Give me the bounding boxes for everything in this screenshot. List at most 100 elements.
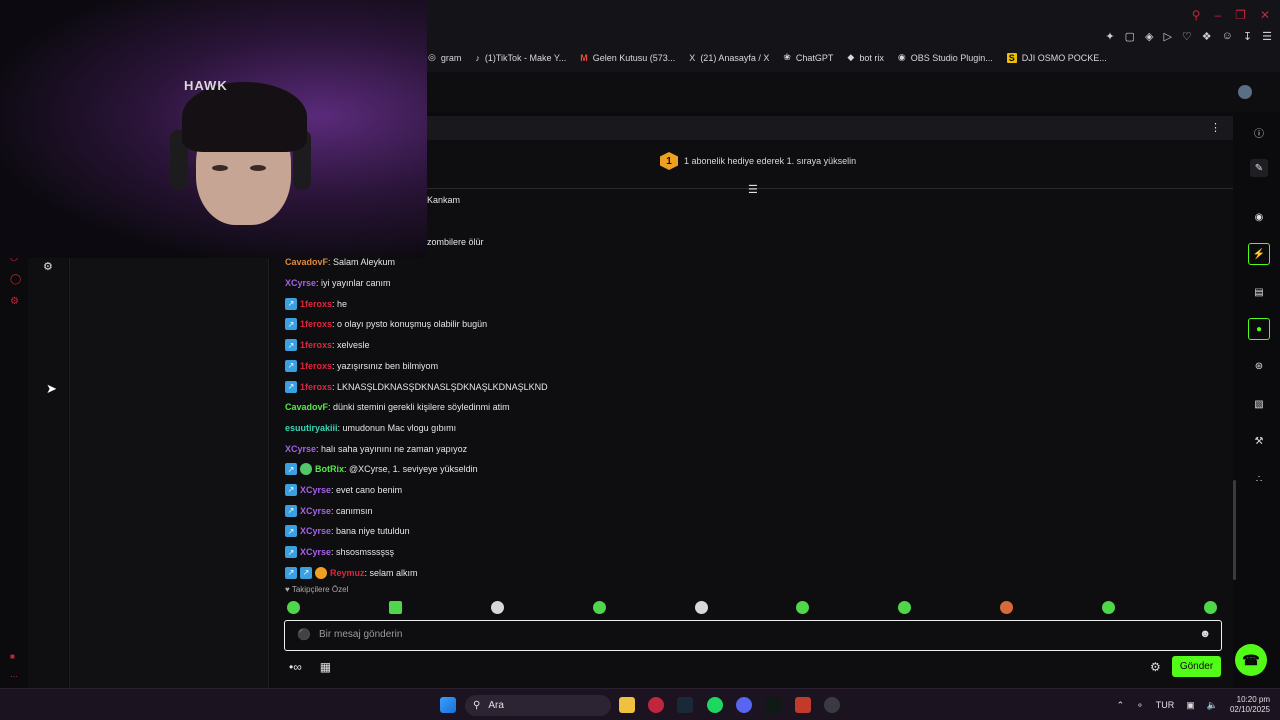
chat-username[interactable]: 1feroxs: [300, 299, 332, 309]
bookmark-item[interactable]: ◎ gram: [428, 52, 461, 63]
windows-start-icon[interactable]: [440, 697, 456, 713]
bookmark-item[interactable]: ◆ bot rix: [847, 52, 883, 63]
document-icon[interactable]: ▤: [1250, 283, 1268, 301]
close-icon[interactable]: ✕: [1260, 8, 1270, 22]
emote-icon[interactable]: [1000, 601, 1014, 614]
bookmark-item[interactable]: X (21) Anasayfa / X: [689, 53, 769, 63]
chevron-up-icon[interactable]: ⌃: [1117, 700, 1125, 711]
gift-badge-icon[interactable]: [315, 566, 327, 579]
emote-icon[interactable]: [1203, 601, 1217, 614]
tray-icon[interactable]: ■: [10, 652, 15, 661]
language-indicator[interactable]: TUR: [1156, 700, 1175, 710]
chat-icon[interactable]: ◯: [10, 274, 21, 285]
kick-icon[interactable]: [765, 697, 781, 713]
cluster-icon[interactable]: ∴: [1250, 470, 1268, 488]
chat-username[interactable]: BotRix: [315, 464, 344, 474]
screenshot-icon[interactable]: ▢: [1125, 30, 1135, 43]
verified-badge-icon[interactable]: [300, 463, 312, 476]
sub-badge-icon[interactable]: ↗: [285, 359, 297, 372]
chat-username[interactable]: 1feroxs: [300, 319, 332, 329]
sub-badge-icon[interactable]: ↗: [285, 525, 297, 538]
sub-badge-icon[interactable]: ↗: [285, 504, 297, 517]
chat-input[interactable]: ⚫ Bir mesaj gönderin ☻: [284, 620, 1222, 651]
sub-badge-icon[interactable]: ↗: [300, 566, 312, 579]
emote-icon[interactable]: [287, 601, 300, 614]
chat-username[interactable]: XCyrse: [285, 444, 316, 454]
chat-username[interactable]: 1feroxs: [300, 361, 332, 371]
taskbar-search[interactable]: ⚲ Ara: [465, 695, 611, 716]
emote-icon[interactable]: [694, 601, 708, 614]
sub-badge-icon[interactable]: ↗: [285, 297, 297, 310]
emote-icon[interactable]: [490, 601, 504, 614]
chat-username[interactable]: XCyrse: [300, 506, 331, 516]
sub-badge-icon[interactable]: ↗: [285, 339, 297, 352]
pin-icon[interactable]: ✦: [1105, 30, 1114, 43]
bookmark-item[interactable]: ❀ ChatGPT: [783, 52, 833, 63]
sub-badge-icon[interactable]: ↗: [285, 546, 297, 559]
avatar[interactable]: [1238, 85, 1252, 99]
gear-icon[interactable]: ⚙: [43, 260, 53, 273]
sub-badge-icon[interactable]: ↗: [285, 566, 297, 579]
chat-username[interactable]: XCyrse: [300, 547, 331, 557]
chat-scrollbar[interactable]: [1233, 480, 1236, 580]
chat-username[interactable]: CavadovF: [285, 257, 328, 267]
minimize-icon[interactable]: –: [1214, 8, 1221, 22]
microphone-icon[interactable]: ⚫: [297, 628, 311, 641]
display-icon[interactable]: ▣: [1186, 700, 1195, 711]
play-icon[interactable]: ▷: [1163, 30, 1171, 43]
chat-username[interactable]: XCyrse: [285, 278, 316, 288]
gift-promo[interactable]: 1 1 abonelik hediye ederek 1. sıraya yük…: [660, 152, 856, 170]
bookmark-item[interactable]: ♪ (1)TikTok - Make Y...: [475, 53, 566, 63]
shield-icon[interactable]: ◈: [1145, 30, 1153, 43]
sub-badge-icon[interactable]: ↗: [285, 463, 297, 476]
chat-bubble-icon[interactable]: ●: [1248, 318, 1270, 340]
emoji-icon[interactable]: ☻: [1199, 628, 1211, 640]
chat-username[interactable]: 1feroxs: [300, 382, 332, 392]
info-icon[interactable]: ⓘ: [1250, 123, 1268, 141]
chat-username[interactable]: XCyrse: [300, 526, 331, 536]
spotify-icon[interactable]: [707, 697, 723, 713]
bookmark-item[interactable]: ◉ OBS Studio Plugin...: [898, 52, 993, 63]
search-icon[interactable]: ⚲: [1192, 8, 1201, 22]
emote-icon[interactable]: [796, 601, 810, 614]
microphone-icon[interactable]: ⚬: [1136, 700, 1144, 711]
emote-icon[interactable]: [388, 601, 402, 614]
sub-badge-icon[interactable]: ↗: [285, 483, 297, 496]
broadcast-icon[interactable]: ⊛: [1250, 357, 1268, 375]
opera-gx-icon[interactable]: [648, 697, 664, 713]
extensions-icon[interactable]: ❖: [1202, 30, 1212, 43]
file-explorer-icon[interactable]: [619, 697, 635, 713]
discord-icon[interactable]: [736, 697, 752, 713]
bookmark-item[interactable]: M Gelen Kutusu (573...: [580, 53, 675, 63]
heart-icon[interactable]: ♡: [1182, 30, 1192, 43]
obs-icon[interactable]: [824, 697, 840, 713]
lightning-icon[interactable]: ⚡: [1248, 243, 1270, 265]
emote-icon[interactable]: [592, 601, 606, 614]
restore-icon[interactable]: ❐: [1235, 8, 1246, 22]
download-icon[interactable]: ↧: [1243, 30, 1252, 43]
camera-icon[interactable]: ◉: [1250, 208, 1268, 226]
steam-icon[interactable]: [677, 697, 693, 713]
menu-icon[interactable]: ☰: [1262, 30, 1272, 43]
sub-badge-icon[interactable]: ↗: [285, 318, 297, 331]
chat-username[interactable]: 1feroxs: [300, 340, 332, 350]
bookmark-item[interactable]: S DJI OSMO POCKE...: [1006, 52, 1107, 63]
store-icon[interactable]: ▦: [320, 660, 331, 674]
wrench-icon[interactable]: ⚒: [1250, 432, 1268, 450]
chat-username[interactable]: esuutiryakiii: [285, 423, 338, 433]
emote-icon[interactable]: [1102, 601, 1115, 614]
settings-icon[interactable]: ⚙: [10, 296, 19, 307]
send-button[interactable]: Gönder: [1172, 656, 1221, 677]
kebab-menu-icon[interactable]: ⋮: [1210, 121, 1221, 134]
profile-icon[interactable]: ☺: [1222, 30, 1233, 43]
support-headset-icon[interactable]: ☎: [1235, 644, 1267, 676]
chat-settings-icon[interactable]: ⚙: [1150, 660, 1161, 674]
clock[interactable]: 10:20 pm 02/10/2025: [1230, 695, 1270, 715]
chat-username[interactable]: XCyrse: [300, 485, 331, 495]
layout-icon[interactable]: ▧: [1250, 395, 1268, 413]
chat-username[interactable]: Reymuz: [330, 568, 365, 578]
more-icon[interactable]: ⋯: [10, 672, 18, 681]
volume-icon[interactable]: 🔈: [1207, 700, 1218, 711]
app-icon[interactable]: [795, 697, 811, 713]
pencil-icon[interactable]: ✎: [1250, 159, 1268, 177]
